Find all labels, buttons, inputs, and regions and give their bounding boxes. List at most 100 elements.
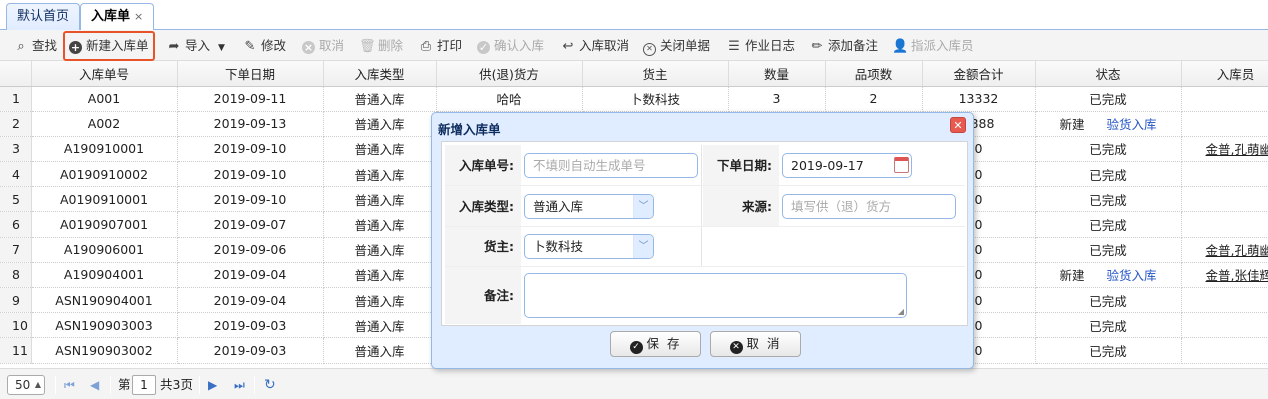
cell-status: 已完成 [1035, 86, 1182, 112]
spinner-icon: ▲▼ [34, 380, 41, 399]
row-number: 10 [0, 312, 32, 339]
dialog-cancel-button[interactable]: ✕ 取 消 [710, 331, 801, 357]
chevron-down-icon[interactable]: ﹀ [633, 235, 653, 258]
status-text: 已完成 [1089, 92, 1127, 108]
import-button[interactable]: ➦ 导入 ▼ [166, 34, 225, 58]
row-number: 5 [0, 186, 32, 213]
new-inbound-button[interactable]: + 新建入库单 [63, 31, 155, 61]
column-header[interactable]: 入库类型 [323, 61, 437, 87]
row-number: 3 [0, 136, 32, 163]
next-page-icon[interactable]: ▶ [208, 376, 217, 394]
type-select[interactable]: 普通入库 ﹀ [524, 194, 654, 219]
cell-owner: 卜数科技 [582, 86, 729, 112]
column-header[interactable]: 供(退)货方 [436, 61, 583, 87]
source-input[interactable]: 填写供（退）货方 [782, 194, 956, 219]
status-text: 已完成 [1089, 142, 1127, 158]
pager-separator [254, 376, 255, 394]
column-header[interactable]: 入库员 [1181, 61, 1268, 87]
staff-link[interactable]: 金普,张佳辉 [1206, 268, 1268, 283]
pencil-icon: ✏ [811, 39, 823, 54]
import-label: 导入 [185, 38, 211, 53]
pager-separator [110, 376, 111, 394]
order-no-input[interactable]: 不填则自动生成单号 [524, 153, 698, 178]
undo-icon: ↩ [562, 39, 574, 54]
new-inbound-label: 新建入库单 [86, 38, 149, 53]
chevron-down-icon[interactable]: ﹀ [633, 195, 653, 218]
cell-staff [1181, 211, 1268, 238]
cancel-label: 取消 [319, 38, 345, 53]
note-textarea[interactable]: ◢ [524, 273, 907, 318]
add-note-button[interactable]: ✏ 添加备注 [809, 34, 878, 58]
cell-status: 已完成 [1035, 136, 1182, 163]
tab-home[interactable]: 默认首页 [6, 3, 81, 30]
column-header[interactable]: 货主 [582, 61, 729, 87]
cell-status: 已完成 [1035, 312, 1182, 339]
grid-header: 入库单号 下单日期 入库类型 供(退)货方 货主 数量 品项数 金额合计 状态 … [0, 61, 1268, 87]
inbound-cancel-button[interactable]: ↩ 入库取消 [560, 34, 629, 58]
check-circle-icon: ✓ [629, 341, 643, 354]
calendar-icon[interactable] [894, 157, 909, 173]
inspect-inbound-link[interactable]: 验货入库 [1107, 117, 1157, 132]
confirm-inbound-button[interactable]: ✓ 确认入库 [477, 34, 544, 58]
column-header[interactable]: 品项数 [825, 61, 923, 87]
page-number-input[interactable]: 1 [132, 375, 156, 395]
page-size-select[interactable]: 50▲▼ [7, 375, 45, 399]
close-doc-button[interactable]: ✕ 关闭单据 [643, 34, 710, 58]
row-number: 6 [0, 211, 32, 238]
cell-no: A190906001 [31, 237, 178, 263]
cell-type: 普通入库 [323, 186, 437, 213]
check-circle-icon: ✓ [477, 41, 490, 54]
cell-no: ASN190903003 [31, 312, 178, 339]
staff-link[interactable]: 金普,孔萌幽 [1206, 243, 1268, 258]
cell-status: 已完成 [1035, 337, 1182, 364]
cancel-button[interactable]: × 取消 [302, 34, 344, 58]
tab-home-label: 默认首页 [17, 9, 70, 24]
share-icon: ➦ [168, 39, 180, 54]
column-header[interactable]: 数量 [728, 61, 826, 87]
resize-grip-icon[interactable]: ◢ [898, 307, 904, 316]
prev-page-icon[interactable]: ◀ [90, 376, 99, 394]
cell-no: A0190910002 [31, 161, 178, 188]
search-button[interactable]: ⌕ 查找 [13, 34, 57, 58]
type-value: 普通入库 [533, 199, 584, 214]
column-header[interactable]: 状态 [1035, 61, 1182, 87]
save-label: 保 存 [646, 336, 682, 351]
owner-select[interactable]: 卜数科技 ﹀ [524, 234, 654, 259]
column-header[interactable]: 入库单号 [31, 61, 178, 87]
dialog-close-icon[interactable]: ✕ [950, 117, 966, 133]
order-date-label: 下单日期: [703, 145, 779, 185]
tab-close-icon[interactable]: × [134, 10, 143, 23]
cell-type: 普通入库 [323, 86, 437, 112]
cell-staff [1181, 111, 1268, 137]
staff-link[interactable]: 金普,孔萌幽 [1206, 142, 1268, 157]
assign-staff-button[interactable]: 👤 指派入库员 [892, 34, 974, 58]
cell-status: 已完成 [1035, 237, 1182, 263]
inspect-inbound-link[interactable]: 验货入库 [1107, 268, 1157, 283]
tab-inbound-label: 入库单 [91, 9, 131, 24]
cell-date: 2019-09-04 [177, 262, 324, 289]
cell-date: 2019-09-11 [177, 86, 324, 112]
times-circle-icon: × [302, 41, 315, 54]
order-date-input[interactable]: 2019-09-17 [782, 153, 912, 178]
edit-icon: ✎ [244, 39, 256, 54]
last-page-icon[interactable]: ⏭ [234, 376, 245, 394]
page-size-value: 50 [15, 378, 31, 392]
tab-inbound[interactable]: 入库单 × [80, 3, 155, 31]
cell-staff [1181, 287, 1268, 314]
edit-button[interactable]: ✎ 修改 [242, 34, 286, 58]
table-row[interactable]: 1 A001 2019-09-11 普通入库 哈哈 卜数科技 3 2 13332 已完成 [0, 86, 1268, 112]
trash-icon: 🗑 [359, 39, 376, 54]
row-number: 11 [0, 337, 32, 364]
column-header[interactable]: 金额合计 [922, 61, 1036, 87]
dialog-footer: ✓ 保 存 ✕ 取 消 [441, 327, 968, 362]
print-button[interactable]: ⎙ 打印 [418, 34, 462, 58]
cell-qty: 3 [728, 86, 826, 112]
work-log-button[interactable]: ☰ 作业日志 [726, 34, 795, 58]
save-button[interactable]: ✓ 保 存 [610, 331, 701, 357]
first-page-icon[interactable]: ⏮ [64, 376, 75, 394]
delete-button[interactable]: 🗑 删除 [359, 34, 403, 58]
cell-status: 新建 验货入库 [1035, 262, 1182, 289]
refresh-icon[interactable]: ↻ [264, 376, 276, 394]
status-text: 新建 [1059, 268, 1085, 284]
column-header[interactable]: 下单日期 [177, 61, 324, 87]
